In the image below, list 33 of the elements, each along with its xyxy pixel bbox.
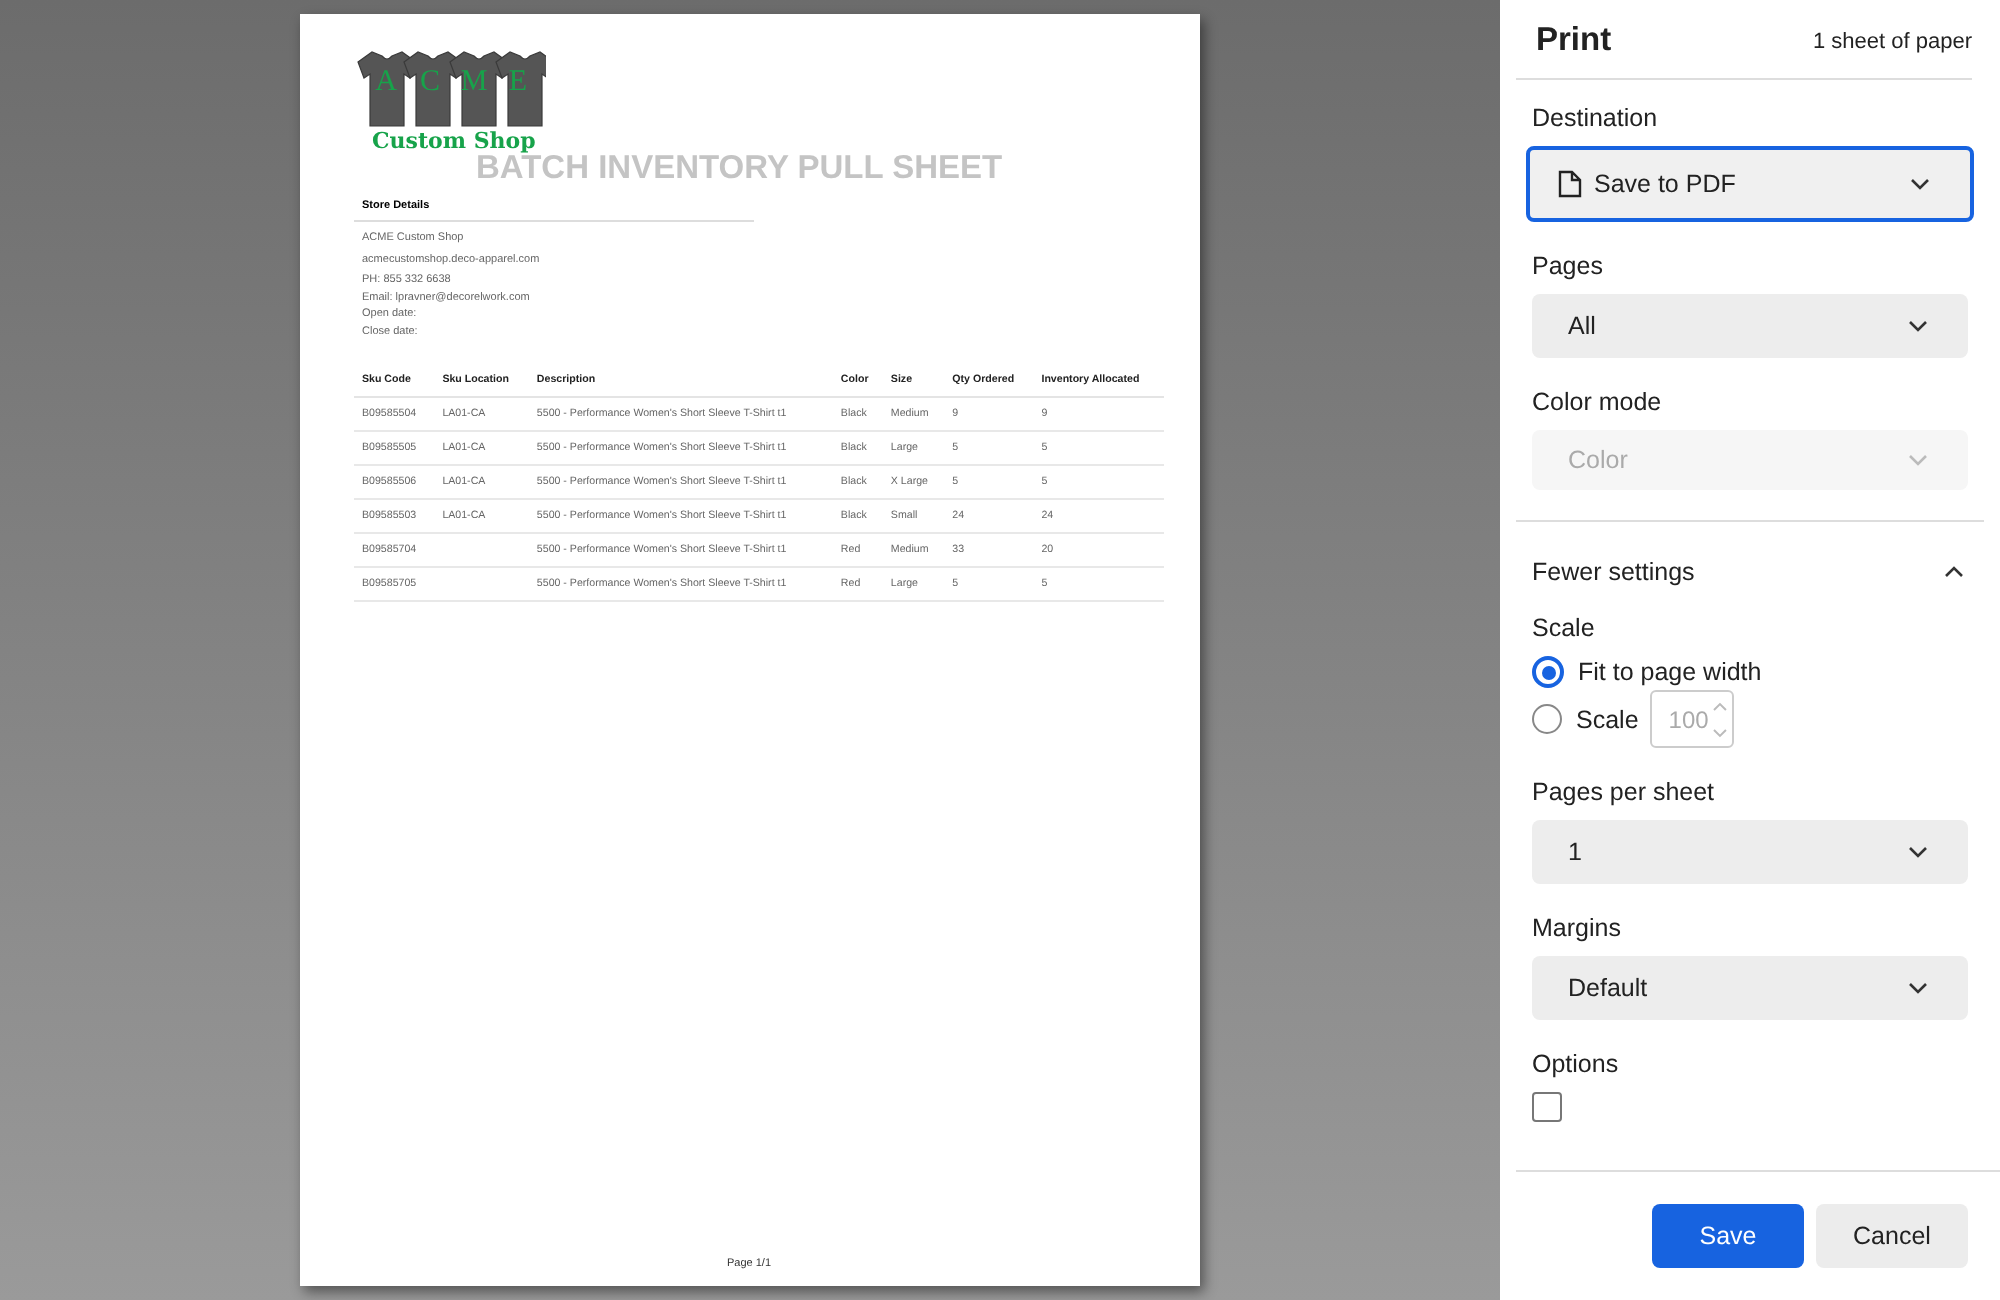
checkbox[interactable]: [1532, 1092, 1562, 1122]
logo-letter: A: [375, 66, 397, 98]
chevron-down-icon: [1908, 454, 1928, 466]
chevron-down-icon: [1908, 320, 1928, 332]
logo-letter: M: [460, 66, 488, 98]
fewer-settings-toggle[interactable]: Fewer settings: [1532, 558, 1695, 586]
radio-label[interactable]: Fit to page width: [1578, 658, 1762, 686]
dialog-title: Print: [1536, 22, 1612, 60]
cancel-button[interactable]: Cancel: [1816, 1204, 1968, 1268]
dropdown[interactable]: Default: [1532, 956, 1968, 1020]
dropdown[interactable]: Save to PDF: [1526, 146, 1974, 222]
setting-label: Options: [1532, 1050, 1621, 1078]
setting-label: Margins: [1532, 914, 1623, 942]
chevron-down-icon: [1908, 982, 1928, 994]
dropdown[interactable]: All: [1532, 294, 1968, 358]
chevron-down-icon: [1910, 178, 1930, 190]
setting-label: Destination: [1532, 104, 1660, 132]
save-button[interactable]: Save: [1652, 1204, 1804, 1268]
logo-letter: E: [508, 66, 528, 98]
setting-label: Scale: [1532, 614, 1597, 642]
setting-label: Pages per sheet: [1532, 778, 1717, 806]
setting-label: Color mode: [1532, 388, 1664, 416]
dropdown[interactable]: 1: [1532, 820, 1968, 884]
document-title: BATCH INVENTORY PULL SHEET: [476, 150, 1003, 188]
radio-button[interactable]: [1532, 704, 1562, 734]
chevron-up-icon[interactable]: [1944, 566, 1964, 578]
sheet-count: 1 sheet of paper: [1812, 29, 1972, 53]
logo-text: Custom Shop: [372, 128, 536, 154]
radio-button[interactable]: [1532, 656, 1564, 688]
radio-label[interactable]: Scale: [1576, 705, 1639, 733]
setting-label: Pages: [1532, 252, 1605, 280]
chevron-down-icon: [1908, 846, 1928, 858]
logo-letter: C: [420, 66, 440, 98]
